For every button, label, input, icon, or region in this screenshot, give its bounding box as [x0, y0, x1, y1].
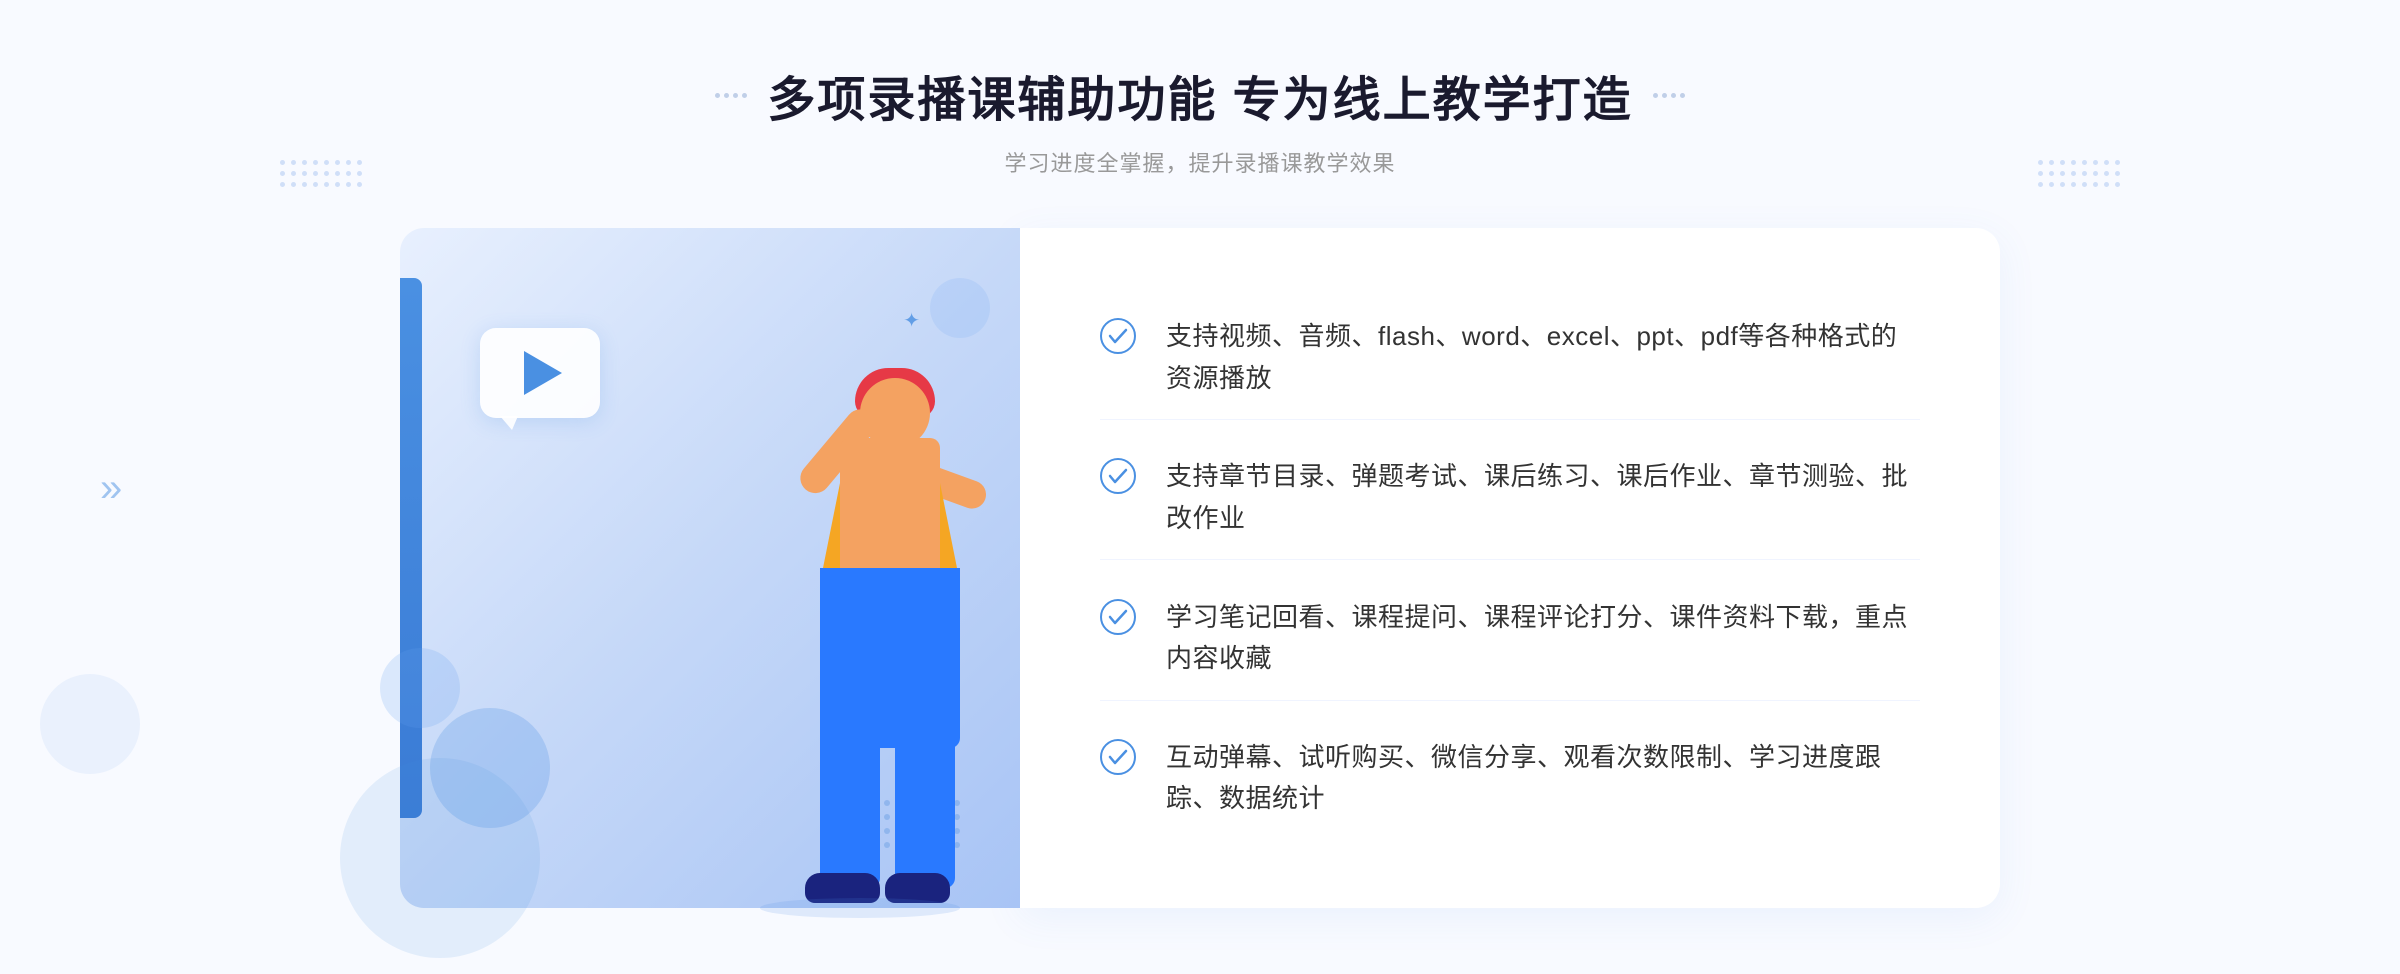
page-container: » 多项录播课辅助功能 专为线上教学打造 学习进度全掌握，提升录播课教学效果 — [0, 0, 2400, 974]
deco-circle-page-left — [40, 674, 140, 774]
title-decoration-right — [1653, 93, 1685, 98]
feature-text-2: 支持章节目录、弹题考试、课后练习、课后作业、章节测验、批改作业 — [1166, 456, 1920, 539]
main-title: 多项录播课辅助功能 专为线上教学打造 — [767, 60, 1632, 130]
feature-text-3: 学习笔记回看、课程提问、课程评论打分、课件资料下载，重点内容收藏 — [1166, 597, 1920, 680]
sparkle-decoration: ✦ — [903, 308, 920, 333]
check-icon-4 — [1100, 739, 1136, 775]
header-title-row: 多项录播课辅助功能 专为线上教学打造 — [715, 60, 1684, 130]
right-content-section: 支持视频、音频、flash、word、excel、ppt、pdf等各种格式的资源… — [1020, 228, 2000, 908]
blue-vertical-bar — [400, 278, 422, 818]
small-deco-circle — [930, 278, 990, 338]
feature-item-2: 支持章节目录、弹题考试、课后练习、课后作业、章节测验、批改作业 — [1100, 436, 1920, 560]
dots-decoration-right — [2038, 160, 2120, 187]
play-icon-area — [480, 328, 600, 428]
char-leg-right — [895, 728, 955, 888]
check-icon-1 — [1100, 318, 1136, 354]
check-icon-2 — [1100, 458, 1136, 494]
feature-text-1: 支持视频、音频、flash、word、excel、ppt、pdf等各种格式的资源… — [1166, 316, 1920, 399]
play-triangle-icon — [524, 351, 562, 395]
feature-item-3: 学习笔记回看、课程提问、课程评论打分、课件资料下载，重点内容收藏 — [1100, 577, 1920, 701]
feature-item-4: 互动弹幕、试听购买、微信分享、观看次数限制、学习进度跟踪、数据统计 — [1100, 717, 1920, 840]
ground-shadow — [760, 898, 960, 918]
page-chevrons-left: » — [100, 468, 122, 508]
feature-item-1: 支持视频、音频、flash、word、excel、ppt、pdf等各种格式的资源… — [1100, 296, 1920, 420]
check-icon-3 — [1100, 599, 1136, 635]
speech-bubble — [480, 328, 600, 418]
left-image-section: ✦ « — [400, 228, 1020, 908]
content-area: ✦ « — [400, 228, 2000, 908]
large-deco-circle — [340, 758, 540, 958]
title-decoration-left — [715, 93, 747, 98]
character-illustration — [680, 348, 1040, 908]
feature-text-4: 互动弹幕、试听购买、微信分享、观看次数限制、学习进度跟踪、数据统计 — [1166, 737, 1920, 820]
header-section: 多项录播课辅助功能 专为线上教学打造 学习进度全掌握，提升录播课教学效果 — [715, 60, 1684, 178]
deco-circle-2 — [380, 648, 460, 728]
char-leg-left — [820, 728, 880, 888]
dots-decoration-left — [280, 160, 362, 187]
char-pants — [820, 568, 960, 748]
subtitle: 学习进度全掌握，提升录播课教学效果 — [715, 146, 1684, 178]
character-figure — [710, 358, 1010, 908]
